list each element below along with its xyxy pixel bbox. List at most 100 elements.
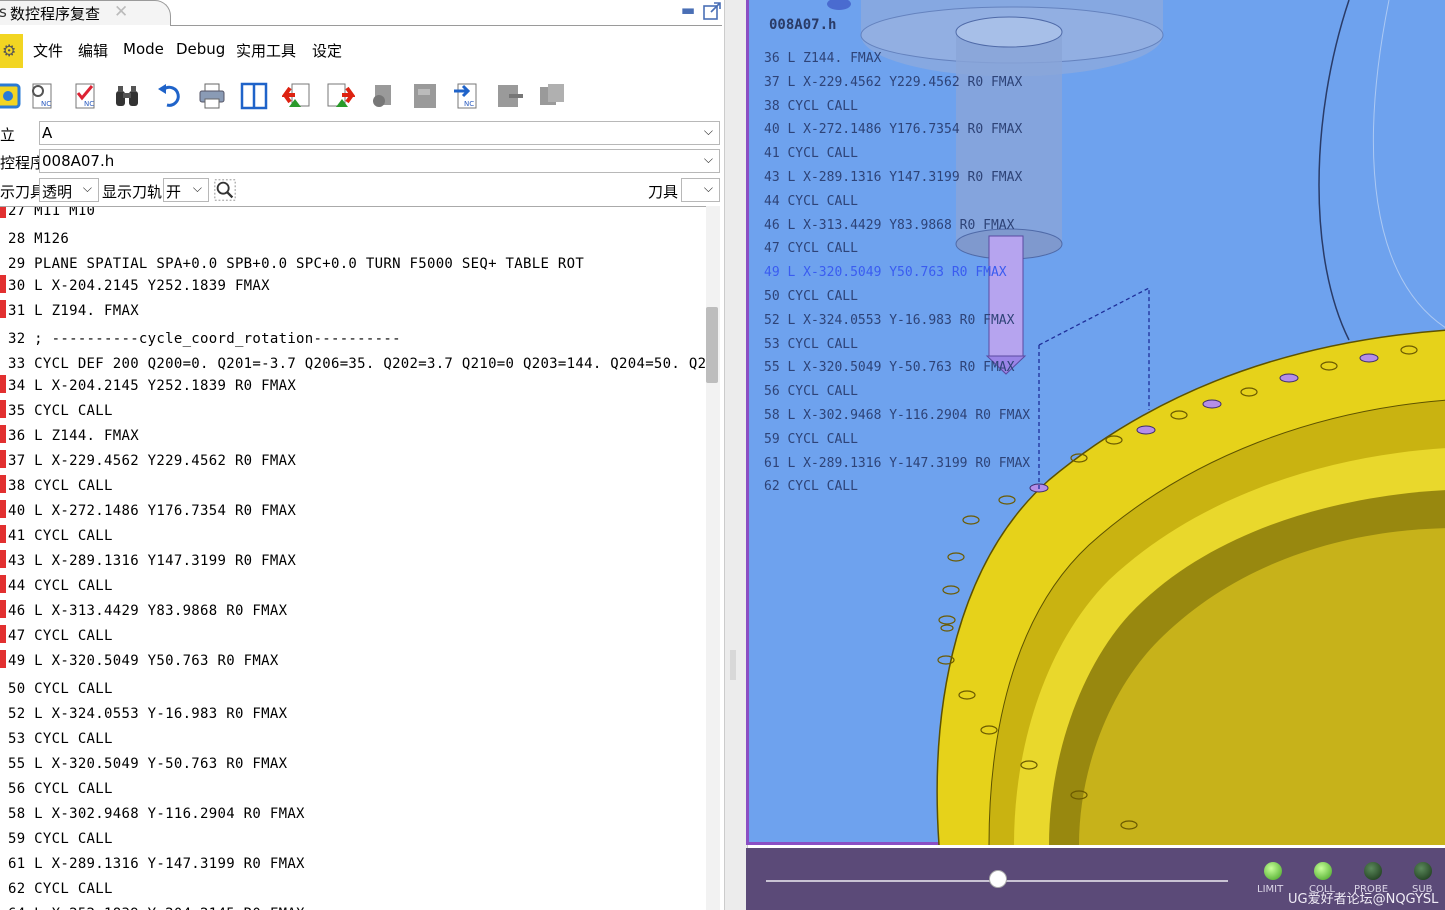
menu-edit[interactable]: 编辑 bbox=[78, 40, 108, 61]
machine-3d-view[interactable]: 008A07.h 36 L Z144. FMAX 37 L X-229.4562 … bbox=[746, 0, 1445, 845]
program-review-panel: s 数控程序复查 ✕ ▬ ⚙ 文件 编辑 Mode Debug 实用工具 设定 … bbox=[0, 0, 724, 910]
code-line-text: 59 CYCL CALL bbox=[8, 831, 113, 847]
menu-file[interactable]: 文件 bbox=[33, 40, 63, 61]
code-line[interactable]: 34 L X-204.2145 Y252.1839 R0 FMAX bbox=[0, 375, 296, 400]
code-line[interactable]: 53 CYCL CALL bbox=[0, 725, 113, 750]
code-line[interactable]: 29 PLANE SPATIAL SPA+0.0 SPB+0.0 SPC+0.0… bbox=[0, 250, 584, 275]
zoom-search-icon[interactable] bbox=[212, 177, 238, 203]
breakpoint-marker bbox=[0, 400, 6, 418]
close-icon[interactable]: ✕ bbox=[114, 2, 128, 22]
code-line-text: 44 CYCL CALL bbox=[8, 578, 113, 594]
menu-settings[interactable]: 设定 bbox=[312, 40, 342, 61]
svg-text:NC: NC bbox=[84, 100, 94, 108]
code-line[interactable]: 36 L Z144. FMAX bbox=[0, 425, 139, 450]
code-line[interactable]: 38 CYCL CALL bbox=[0, 475, 113, 500]
position-select[interactable]: A ⌵ bbox=[39, 121, 720, 145]
code-line[interactable]: 61 L X-289.1316 Y-147.3199 R0 FMAX bbox=[0, 850, 305, 875]
splitter-grip[interactable] bbox=[730, 650, 736, 680]
tool-select[interactable]: ⌵ bbox=[681, 178, 720, 202]
chevron-down-icon: ⌵ bbox=[82, 181, 92, 195]
code-line-text: 35 CYCL CALL bbox=[8, 403, 113, 419]
code-line[interactable]: 40 L X-272.1486 Y176.7354 R0 FMAX bbox=[0, 500, 296, 525]
nc-code-listing[interactable]: 27 M11 M10 28 M126 29 PLANE SPATIAL SPA+0.… bbox=[0, 206, 706, 910]
code-line[interactable]: 52 L X-324.0553 Y-16.983 R0 FMAX bbox=[0, 700, 287, 725]
line-gutter bbox=[0, 250, 6, 268]
step-back-icon[interactable] bbox=[281, 80, 313, 112]
code-line-text: 38 CYCL CALL bbox=[8, 478, 113, 494]
panel-splitter[interactable] bbox=[724, 0, 748, 910]
print-icon[interactable] bbox=[196, 80, 228, 112]
code-scrollbar-thumb[interactable] bbox=[706, 307, 718, 383]
code-line[interactable]: 44 CYCL CALL bbox=[0, 575, 113, 600]
undo-icon[interactable] bbox=[154, 80, 186, 112]
svg-text:NC: NC bbox=[41, 100, 51, 108]
code-line[interactable]: 47 CYCL CALL bbox=[0, 625, 113, 650]
program-select[interactable]: 008A07.h ⌵ bbox=[39, 149, 720, 173]
viewer-code-line: 41 CYCL CALL bbox=[764, 146, 858, 162]
viewer-program-name: 008A07.h bbox=[769, 17, 837, 33]
code-line[interactable]: 37 L X-229.4562 Y229.4562 R0 FMAX bbox=[0, 450, 296, 475]
viewer-code-line: 46 L X-313.4429 Y83.9868 R0 FMAX bbox=[764, 217, 1015, 233]
position-label: 立 bbox=[0, 126, 16, 144]
code-line-text: 31 L Z194. FMAX bbox=[8, 303, 139, 319]
show-path-label: 显示刀轨 bbox=[102, 183, 163, 201]
binoculars-icon[interactable] bbox=[111, 80, 143, 112]
code-line[interactable]: 59 CYCL CALL bbox=[0, 825, 113, 850]
code-line-text: 58 L X-302.9468 Y-116.2904 R0 FMAX bbox=[8, 806, 305, 822]
menu-utilities[interactable]: 实用工具 bbox=[236, 40, 296, 61]
code-line[interactable]: 27 M11 M10 bbox=[0, 207, 95, 225]
breakpoint-marker bbox=[0, 525, 6, 543]
breakpoint-marker bbox=[0, 275, 6, 293]
code-line[interactable]: 62 CYCL CALL bbox=[0, 875, 113, 900]
disabled-export-icon bbox=[494, 80, 526, 112]
show-path-select[interactable]: 开 ⌵ bbox=[163, 178, 209, 202]
code-line-text: 64 L X-252.1839 Y-204.2145 R0 FMAX bbox=[8, 906, 305, 910]
simulation-slider-knob[interactable] bbox=[989, 870, 1007, 888]
detach-window-icon[interactable] bbox=[702, 1, 722, 23]
viewer-code-line: 40 L X-272.1486 Y176.7354 R0 FMAX bbox=[764, 122, 1023, 138]
line-gutter bbox=[0, 750, 6, 768]
code-line[interactable]: 28 M126 bbox=[0, 225, 69, 250]
code-line[interactable]: 41 CYCL CALL bbox=[0, 525, 113, 550]
tab-underline bbox=[170, 25, 722, 26]
nc-check-icon[interactable]: NC bbox=[69, 80, 101, 112]
open-program-icon[interactable] bbox=[0, 80, 24, 112]
show-path-value: 开 bbox=[166, 183, 182, 201]
nc-import-icon[interactable]: NC bbox=[451, 80, 483, 112]
code-line[interactable]: 33 CYCL DEF 200 Q200=0. Q201=-3.7 Q206=3… bbox=[0, 350, 706, 375]
show-tool-value: 透明 bbox=[42, 183, 73, 201]
tab-program-review[interactable]: s 数控程序复查 ✕ bbox=[0, 0, 171, 25]
split-view-icon[interactable] bbox=[238, 80, 270, 112]
position-value: A bbox=[42, 124, 53, 142]
code-line[interactable]: 43 L X-289.1316 Y147.3199 R0 FMAX bbox=[0, 550, 296, 575]
nc-file-icon[interactable]: NC bbox=[26, 80, 58, 112]
menu-mode[interactable]: Mode bbox=[123, 40, 164, 58]
menu-debug[interactable]: Debug bbox=[176, 40, 225, 58]
code-line[interactable]: 32 ; ----------cycle_coord_rotation-----… bbox=[0, 325, 401, 350]
line-gutter bbox=[0, 850, 6, 868]
code-line[interactable]: 64 L X-252.1839 Y-204.2145 R0 FMAX bbox=[0, 900, 305, 910]
code-line[interactable]: 50 CYCL CALL bbox=[0, 675, 113, 700]
line-gutter bbox=[0, 325, 6, 343]
code-line-text: 56 CYCL CALL bbox=[8, 781, 113, 797]
code-line[interactable]: 31 L Z194. FMAX bbox=[0, 300, 139, 325]
line-gutter bbox=[0, 675, 6, 693]
code-line[interactable]: 35 CYCL CALL bbox=[0, 400, 113, 425]
code-line[interactable]: 30 L X-204.2145 Y252.1839 FMAX bbox=[0, 275, 270, 300]
line-gutter bbox=[0, 225, 6, 243]
viewer-code-line: 43 L X-289.1316 Y147.3199 R0 FMAX bbox=[764, 170, 1023, 185]
show-tool-select[interactable]: 透明 ⌵ bbox=[39, 178, 99, 202]
tab-lead-glyph: s bbox=[0, 3, 7, 21]
code-line[interactable]: 58 L X-302.9468 Y-116.2904 R0 FMAX bbox=[0, 800, 305, 825]
code-line[interactable]: 55 L X-320.5049 Y-50.763 R0 FMAX bbox=[0, 750, 287, 775]
code-line[interactable]: 49 L X-320.5049 Y50.763 R0 FMAX bbox=[0, 650, 279, 675]
code-line[interactable]: 56 CYCL CALL bbox=[0, 775, 113, 800]
code-line[interactable]: 46 L X-313.4429 Y83.9868 R0 FMAX bbox=[0, 600, 287, 625]
code-line-text: 43 L X-289.1316 Y147.3199 R0 FMAX bbox=[8, 553, 297, 569]
code-line-text: 32 ; ----------cycle_coord_rotation-----… bbox=[8, 331, 401, 347]
step-forward-icon[interactable] bbox=[324, 80, 356, 112]
viewer-code-line: 58 L X-302.9468 Y-116.2904 R0 FMAX bbox=[764, 408, 1031, 423]
code-line-text: 61 L X-289.1316 Y-147.3199 R0 FMAX bbox=[8, 856, 305, 872]
minimize-icon[interactable]: ▬ bbox=[678, 1, 698, 23]
simulation-panel: 008A07.h 36 L Z144. FMAX 37 L X-229.4562 … bbox=[746, 0, 1445, 910]
